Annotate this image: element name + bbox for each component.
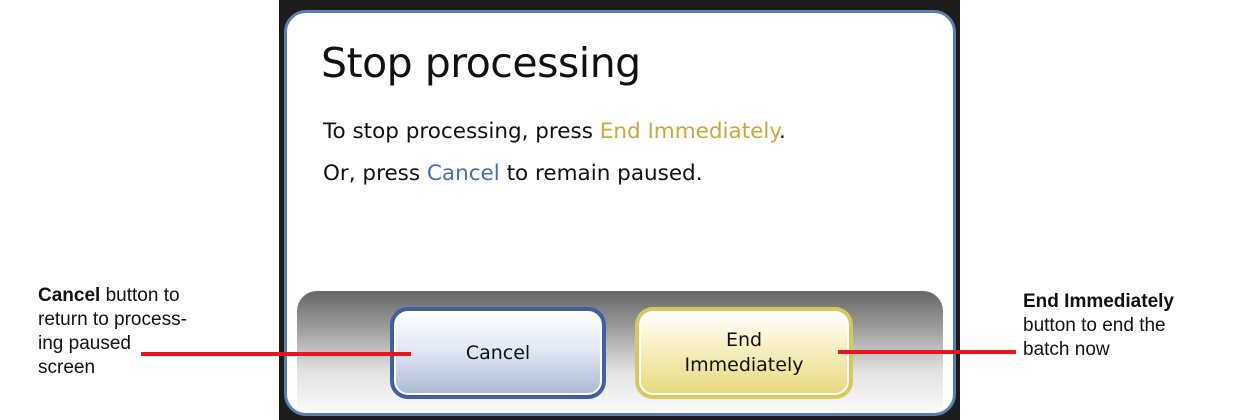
end-immediately-button-label: End Immediately: [685, 328, 804, 378]
cancel-callout: Cancel button to return to process- ing …: [38, 284, 228, 380]
cancel-callout-line-1: Cancel button to: [38, 284, 228, 308]
end-label-line-1: End: [725, 329, 763, 351]
end-immediately-callout: End Immediately button to end the batch …: [1023, 290, 1233, 362]
message-line-2-suffix: to remain paused.: [499, 161, 703, 186]
message-line-1-prefix: To stop processing, press: [323, 119, 600, 144]
end-immediately-leader-line: [838, 350, 1016, 354]
cancel-callout-line-2: return to process-: [38, 309, 187, 330]
end-callout-line-3: batch now: [1023, 339, 1110, 360]
message-line-2: Or, press Cancel to remain paused.: [323, 153, 786, 195]
cancel-callout-line-4: screen: [38, 357, 96, 378]
cancel-highlight: Cancel: [426, 161, 500, 186]
end-label-line-2: Immediately: [684, 354, 804, 376]
end-callout-line-2: button to end the: [1023, 315, 1166, 336]
cancel-button[interactable]: Cancel: [390, 307, 606, 399]
end-callout-bold-text: End Immediately: [1023, 291, 1174, 312]
cancel-callout-bold: Cancel: [38, 285, 101, 306]
dialog-title: Stop processing: [321, 39, 641, 87]
cancel-button-label: Cancel: [465, 341, 531, 364]
dialog-message: To stop processing, press End Immediatel…: [323, 111, 786, 195]
message-line-2-prefix: Or, press: [323, 161, 427, 186]
message-line-1-suffix: .: [778, 119, 786, 144]
cancel-leader-line: [141, 352, 411, 356]
message-line-1: To stop processing, press End Immediatel…: [323, 111, 786, 153]
end-immediately-highlight: End Immediately: [599, 119, 779, 144]
end-callout-bold: End Immediately: [1023, 290, 1233, 314]
end-immediately-button[interactable]: End Immediately: [635, 307, 853, 399]
cancel-callout-text-a: button to: [100, 285, 180, 306]
